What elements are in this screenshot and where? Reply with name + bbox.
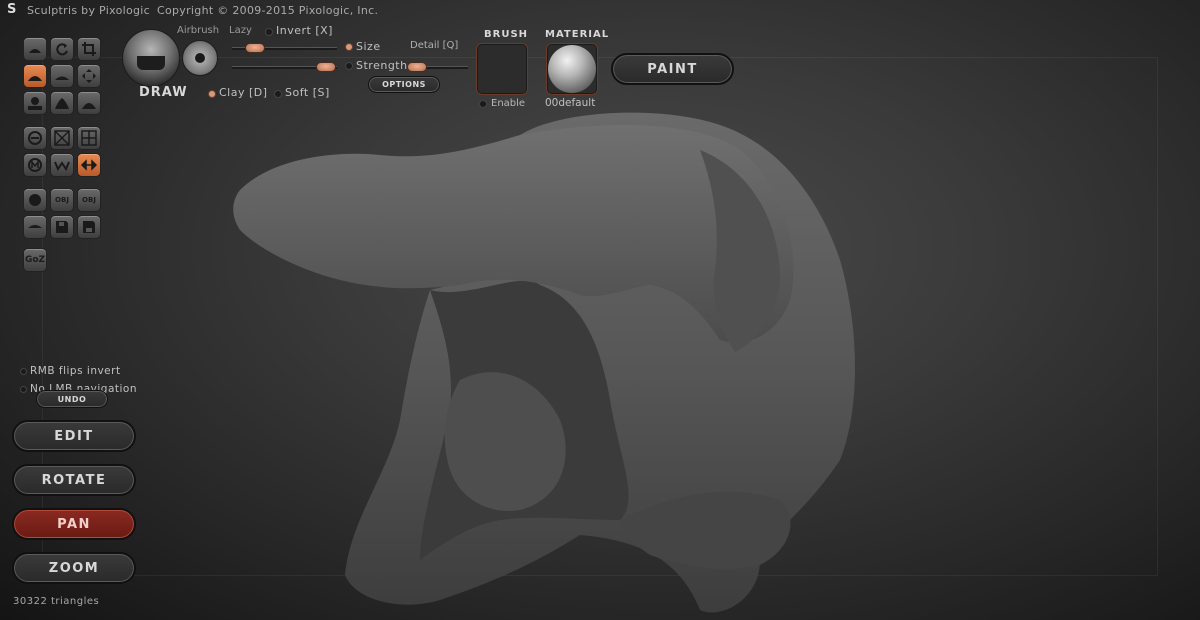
brush-name: DRAW <box>139 85 188 100</box>
lazy-slider-knob[interactable] <box>245 43 265 53</box>
no-lmb-navigation-radio[interactable] <box>20 386 27 393</box>
options-button[interactable]: OPTIONS <box>368 76 440 93</box>
zoom-button[interactable]: ZOOM <box>12 552 136 584</box>
airbrush-slider-knob[interactable] <box>316 62 336 72</box>
material-heading: MATERIAL <box>545 29 610 40</box>
rotate-icon[interactable] <box>50 37 74 61</box>
airbrush-toggle[interactable] <box>182 40 218 76</box>
goz-icon[interactable]: GoZ <box>23 248 47 272</box>
undo-button[interactable]: UNDO <box>36 390 108 408</box>
inflate-icon[interactable] <box>23 91 47 115</box>
soft-label[interactable]: Soft [S] <box>285 86 330 99</box>
goz-label: GoZ <box>24 255 46 265</box>
brush-preview[interactable] <box>122 29 180 87</box>
soft-radio[interactable] <box>274 90 282 98</box>
triangle-count: 30322 triangles <box>13 596 100 607</box>
paint-button[interactable]: PAINT <box>611 53 734 85</box>
lazy-label: Lazy <box>229 25 252 36</box>
brush-enable-label[interactable]: Enable <box>491 98 525 109</box>
export-obj-label: OBJ <box>82 196 96 204</box>
flatten-icon[interactable] <box>50 64 74 88</box>
wireframe-icon[interactable] <box>50 126 74 150</box>
reduce-icon[interactable] <box>77 153 101 177</box>
pinch-icon[interactable] <box>50 91 74 115</box>
pan-button[interactable]: PAN <box>12 508 136 540</box>
rotate-button[interactable]: ROTATE <box>12 464 136 496</box>
strength-slider-knob[interactable] <box>407 62 427 72</box>
rmb-flips-invert-radio[interactable] <box>20 368 27 375</box>
plane-icon[interactable] <box>23 215 47 239</box>
sphere-icon[interactable] <box>23 188 47 212</box>
edit-button[interactable]: EDIT <box>12 420 136 452</box>
material-name: 00default <box>545 97 596 109</box>
mask-icon[interactable] <box>23 153 47 177</box>
size-radio[interactable] <box>345 43 353 51</box>
rmb-flips-invert-label[interactable]: RMB flips invert <box>30 365 121 377</box>
clay-radio[interactable] <box>208 90 216 98</box>
load-icon[interactable] <box>77 215 101 239</box>
import-obj-label: OBJ <box>55 196 69 204</box>
airbrush-label: Airbrush <box>177 25 220 36</box>
brush-heading: BRUSH <box>484 29 529 40</box>
pattern-icon[interactable] <box>50 153 74 177</box>
export-obj-icon[interactable]: OBJ <box>77 188 101 212</box>
brush-enable-radio[interactable] <box>479 100 487 108</box>
clay-label[interactable]: Clay [D] <box>219 86 268 99</box>
size-label[interactable]: Size <box>356 40 381 53</box>
import-obj-icon[interactable]: OBJ <box>50 188 74 212</box>
crease-icon[interactable] <box>23 64 47 88</box>
invert-label[interactable]: Invert [X] <box>276 24 333 37</box>
grid-icon[interactable] <box>77 126 101 150</box>
crop-icon[interactable] <box>77 37 101 61</box>
strength-label[interactable]: Strength <box>356 59 408 72</box>
strength-radio[interactable] <box>345 62 353 70</box>
invert-radio[interactable] <box>265 28 273 36</box>
detail-label[interactable]: Detail [Q] <box>410 40 458 51</box>
symmetry-icon[interactable] <box>23 126 47 150</box>
smooth-icon[interactable] <box>77 91 101 115</box>
brush-alpha-slot[interactable] <box>476 43 528 95</box>
move-arrows-icon[interactable] <box>77 64 101 88</box>
save-icon[interactable] <box>50 215 74 239</box>
material-sphere-icon[interactable] <box>548 45 596 93</box>
draw-icon[interactable] <box>23 37 47 61</box>
